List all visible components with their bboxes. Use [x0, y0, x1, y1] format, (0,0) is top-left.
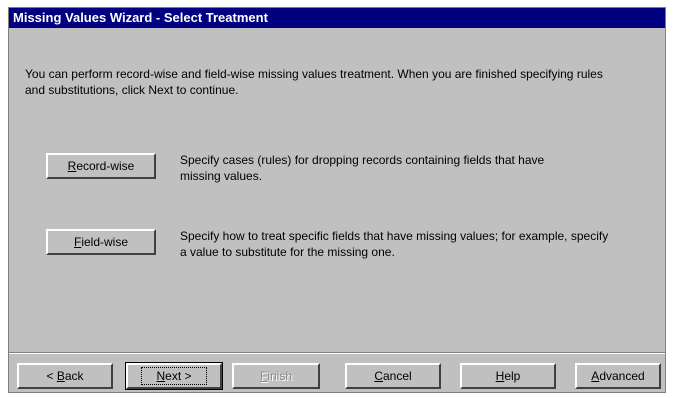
- finish-label: inish: [267, 369, 293, 383]
- field-wise-button[interactable]: Field-wise: [46, 229, 156, 255]
- advanced-label: dvanced: [599, 369, 645, 383]
- next-label: ext >: [165, 369, 192, 383]
- record-wise-accel: R: [67, 159, 77, 173]
- help-label: elp: [504, 369, 521, 383]
- help-button[interactable]: Help: [460, 363, 556, 389]
- next-accel: N: [156, 369, 166, 383]
- footer-separator: [9, 352, 665, 354]
- cancel-accel: C: [374, 369, 383, 383]
- cancel-button[interactable]: Cancel: [345, 363, 441, 389]
- next-button[interactable]: Next >: [125, 362, 223, 390]
- record-wise-description: Specify cases (rules) for dropping recor…: [180, 153, 545, 183]
- dialog-title: Missing Values Wizard - Select Treatment: [9, 8, 665, 28]
- advanced-button[interactable]: Advanced: [575, 363, 661, 389]
- field-wise-description: Specify how to treat specific fields tha…: [180, 229, 609, 259]
- record-wise-button[interactable]: Record-wise: [46, 153, 156, 179]
- back-button[interactable]: < Back: [17, 363, 113, 389]
- back-label: ack: [64, 369, 84, 383]
- intro-text: You can perform record-wise and field-wi…: [25, 67, 603, 97]
- cancel-label: ancel: [382, 369, 412, 383]
- wizard-dialog: Missing Values Wizard - Select Treatment…: [8, 7, 666, 393]
- record-wise-label: ecord-wise: [76, 159, 135, 173]
- back-prefix: <: [46, 369, 57, 383]
- finish-button[interactable]: Finish: [232, 363, 320, 389]
- field-wise-label: ield-wise: [81, 235, 129, 249]
- back-accel: B: [56, 369, 65, 383]
